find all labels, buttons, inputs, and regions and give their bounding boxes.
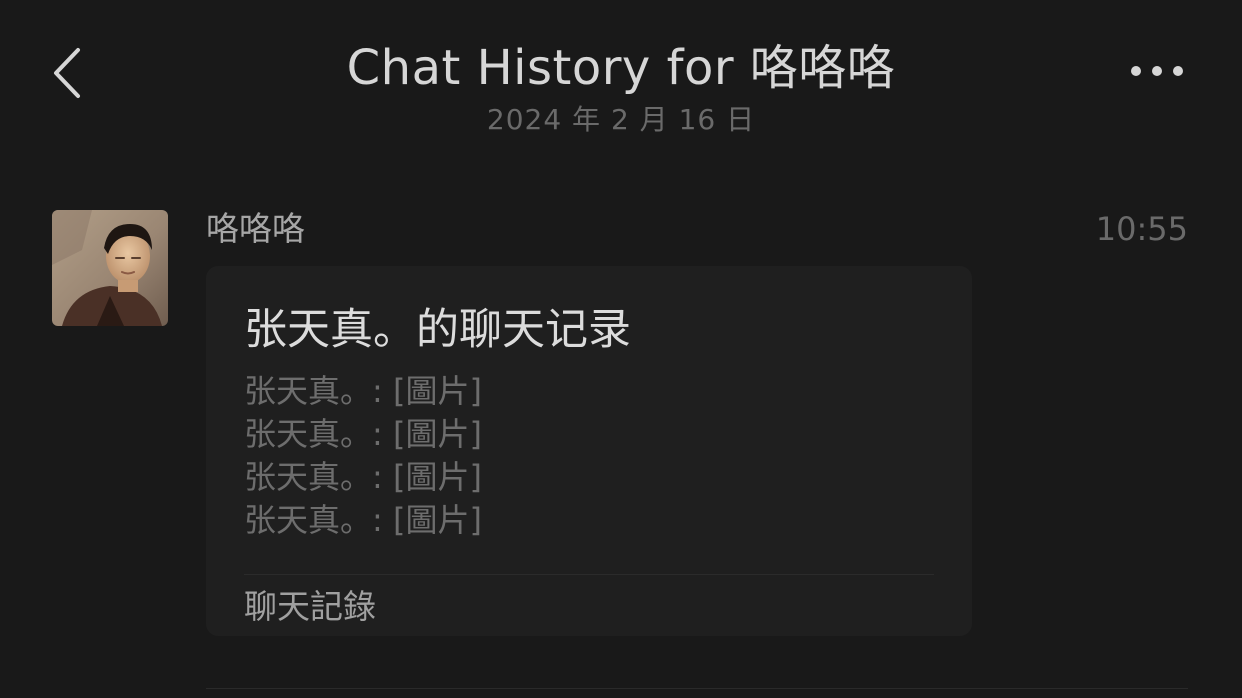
more-horizontal-icon (1152, 66, 1162, 76)
sender-name: 咯咯咯 (206, 209, 305, 248)
message-timestamp: 10:55 (1095, 210, 1188, 248)
more-horizontal-icon (1131, 66, 1141, 76)
card-footer-label: 聊天記錄 (244, 587, 376, 626)
avatar-image (52, 210, 168, 326)
page-date: 2024 年 2 月 16 日 (486, 103, 756, 136)
message-divider (206, 688, 1188, 689)
navigation-bar: Chat History for 咯咯咯 2024 年 2 月 16 日 (0, 0, 1242, 160)
more-horizontal-icon (1173, 66, 1183, 76)
chat-history-card[interactable]: 张天真。的聊天记录 张天真。: [圖片] 张天真。: [圖片] 张天真。: [圖… (206, 266, 972, 636)
card-title: 张天真。的聊天记录 (244, 305, 631, 355)
avatar[interactable] (52, 210, 168, 326)
chat-preview-line: 张天真。: [圖片] (244, 372, 482, 410)
card-divider (244, 574, 934, 575)
chat-preview-line: 张天真。: [圖片] (244, 458, 482, 496)
chat-preview-list: 张天真。: [圖片] 张天真。: [圖片] 张天真。: [圖片] 张天真。: [… (244, 370, 482, 542)
chat-preview-line: 张天真。: [圖片] (244, 415, 482, 453)
page-title: Chat History for 咯咯咯 (346, 40, 896, 96)
chat-preview-line: 张天真。: [圖片] (244, 501, 482, 539)
more-options-button[interactable] (1122, 50, 1192, 90)
